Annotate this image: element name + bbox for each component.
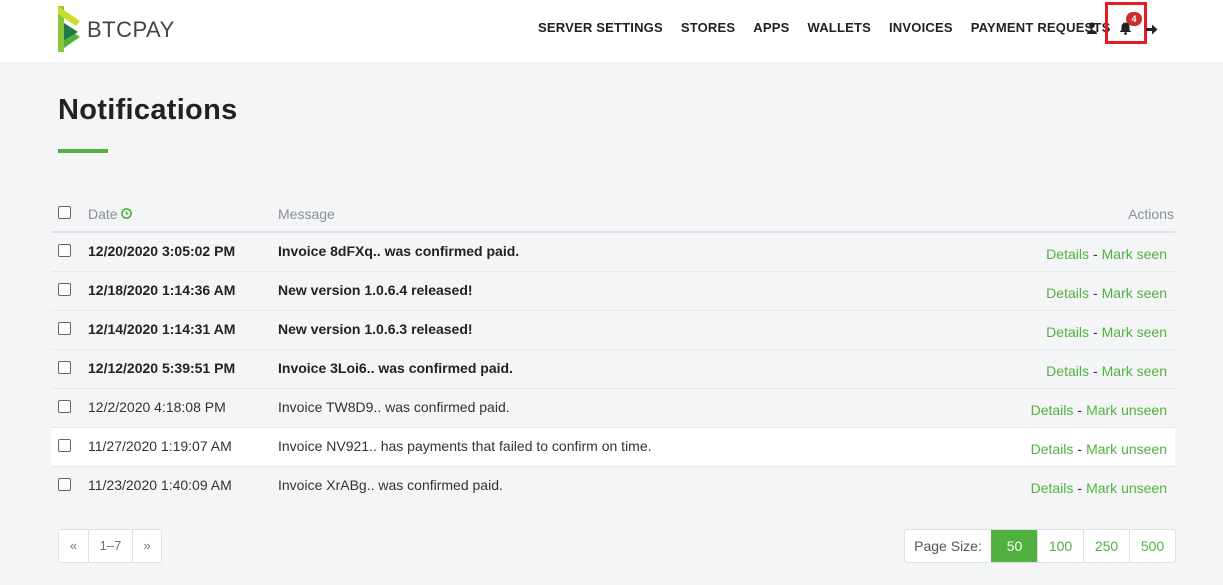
logout-icon[interactable] xyxy=(1146,22,1158,40)
page-title: Notifications xyxy=(58,94,238,126)
action-separator: - xyxy=(1092,363,1098,379)
date-column-header[interactable]: Date xyxy=(88,206,132,222)
action-separator: - xyxy=(1092,285,1098,301)
previous-page-button[interactable]: « xyxy=(59,530,88,562)
row-actions: Details - Mark seen xyxy=(1046,363,1167,379)
nav-wallets[interactable]: WALLETS xyxy=(807,20,871,35)
nav-server-settings[interactable]: SERVER SETTINGS xyxy=(538,20,663,35)
row-actions: Details - Mark seen xyxy=(1046,246,1167,262)
row-checkbox[interactable] xyxy=(58,400,71,413)
mark-seen-link[interactable]: Mark seen xyxy=(1102,246,1167,262)
notification-date: 11/27/2020 1:19:07 AM xyxy=(88,438,232,454)
page-size-option-100[interactable]: 100 xyxy=(1037,530,1083,562)
page-size-option-50[interactable]: 50 xyxy=(991,530,1037,562)
nav-stores[interactable]: STORES xyxy=(681,20,735,35)
row-checkbox[interactable] xyxy=(58,439,71,452)
notification-message: Invoice 3Loi6.. was confirmed paid. xyxy=(278,360,513,376)
action-separator: - xyxy=(1077,480,1083,496)
row-checkbox[interactable] xyxy=(58,322,71,335)
mark-seen-link[interactable]: Mark seen xyxy=(1102,324,1167,340)
action-separator: - xyxy=(1077,441,1083,457)
page-size-option-250[interactable]: 250 xyxy=(1083,530,1129,562)
notification-message: Invoice TW8D9.. was confirmed paid. xyxy=(278,399,510,415)
details-link[interactable]: Details xyxy=(1046,324,1089,340)
notification-date: 12/2/2020 4:18:08 PM xyxy=(88,399,226,415)
notification-date: 12/18/2020 1:14:36 AM xyxy=(88,282,236,298)
row-actions: Details - Mark unseen xyxy=(1031,480,1167,496)
mark-unseen-link[interactable]: Mark unseen xyxy=(1086,441,1167,457)
action-separator: - xyxy=(1077,402,1083,418)
table-row: 12/2/2020 4:18:08 PM Invoice TW8D9.. was… xyxy=(51,389,1175,428)
btcpay-logo[interactable]: BTCPAY xyxy=(56,6,175,52)
notification-date: 12/14/2020 1:14:31 AM xyxy=(88,321,236,337)
details-link[interactable]: Details xyxy=(1031,402,1074,418)
row-checkbox[interactable] xyxy=(58,361,71,374)
notification-date: 12/20/2020 3:05:02 PM xyxy=(88,243,236,259)
select-all-checkbox[interactable] xyxy=(58,206,71,219)
table-row: 11/27/2020 1:19:07 AM Invoice NV921.. ha… xyxy=(51,428,1175,467)
table-header: Date Message Actions xyxy=(51,197,1175,233)
message-column-header: Message xyxy=(278,206,335,222)
title-underline xyxy=(58,149,108,153)
actions-column-header: Actions xyxy=(1128,206,1174,222)
details-link[interactable]: Details xyxy=(1046,285,1089,301)
brand-name: BTCPAY xyxy=(87,17,175,42)
details-link[interactable]: Details xyxy=(1031,441,1074,457)
main-nav: SERVER SETTINGS STORES APPS WALLETS INVO… xyxy=(538,20,1128,35)
notifications-button[interactable]: 4 xyxy=(1105,2,1147,44)
notifications-table: Date Message Actions 12/20/2020 3:05:02 … xyxy=(51,197,1175,505)
table-row: 12/12/2020 5:39:51 PM Invoice 3Loi6.. wa… xyxy=(51,350,1175,389)
page-size-option-500[interactable]: 500 xyxy=(1129,530,1175,562)
mark-seen-link[interactable]: Mark seen xyxy=(1102,363,1167,379)
btcpay-logo-icon xyxy=(58,6,80,52)
user-icon[interactable] xyxy=(1087,21,1097,39)
details-link[interactable]: Details xyxy=(1046,246,1089,262)
pagination: « 1–7 » xyxy=(58,529,162,563)
row-checkbox[interactable] xyxy=(58,478,71,491)
page-range: 1–7 xyxy=(88,530,132,562)
notification-message: Invoice XrABg.. was confirmed paid. xyxy=(278,477,503,493)
date-header-label: Date xyxy=(88,206,118,222)
notification-message: New version 1.0.6.3 released! xyxy=(278,321,473,337)
action-separator: - xyxy=(1092,324,1098,340)
table-row: 12/18/2020 1:14:36 AM New version 1.0.6.… xyxy=(51,272,1175,311)
notification-message: New version 1.0.6.4 released! xyxy=(278,282,473,298)
table-row: 12/20/2020 3:05:02 PM Invoice 8dFXq.. wa… xyxy=(51,233,1175,272)
notification-date: 12/12/2020 5:39:51 PM xyxy=(88,360,236,376)
notification-message: Invoice NV921.. has payments that failed… xyxy=(278,438,652,454)
mark-unseen-link[interactable]: Mark unseen xyxy=(1086,402,1167,418)
row-actions: Details - Mark unseen xyxy=(1031,402,1167,418)
notification-message: Invoice 8dFXq.. was confirmed paid. xyxy=(278,243,520,259)
top-navbar: BTCPAY SERVER SETTINGS STORES APPS WALLE… xyxy=(0,0,1223,62)
row-checkbox[interactable] xyxy=(58,244,71,257)
mark-seen-link[interactable]: Mark seen xyxy=(1102,285,1167,301)
row-actions: Details - Mark seen xyxy=(1046,324,1167,340)
table-row: 11/23/2020 1:40:09 AM Invoice XrABg.. wa… xyxy=(51,467,1175,505)
page-size-label: Page Size: xyxy=(914,538,982,554)
row-actions: Details - Mark seen xyxy=(1046,285,1167,301)
row-checkbox[interactable] xyxy=(58,283,71,296)
details-link[interactable]: Details xyxy=(1031,480,1074,496)
details-link[interactable]: Details xyxy=(1046,363,1089,379)
clock-icon xyxy=(120,206,132,222)
mark-unseen-link[interactable]: Mark unseen xyxy=(1086,480,1167,496)
next-page-button[interactable]: » xyxy=(132,530,161,562)
notification-count-badge: 4 xyxy=(1126,12,1142,26)
nav-apps[interactable]: APPS xyxy=(753,20,789,35)
notification-date: 11/23/2020 1:40:09 AM xyxy=(88,477,232,493)
table-row: 12/14/2020 1:14:31 AM New version 1.0.6.… xyxy=(51,311,1175,350)
nav-invoices[interactable]: INVOICES xyxy=(889,20,953,35)
action-separator: - xyxy=(1092,246,1098,262)
row-actions: Details - Mark unseen xyxy=(1031,441,1167,457)
page-size-selector: Page Size: 50 100 250 500 xyxy=(904,529,1176,563)
